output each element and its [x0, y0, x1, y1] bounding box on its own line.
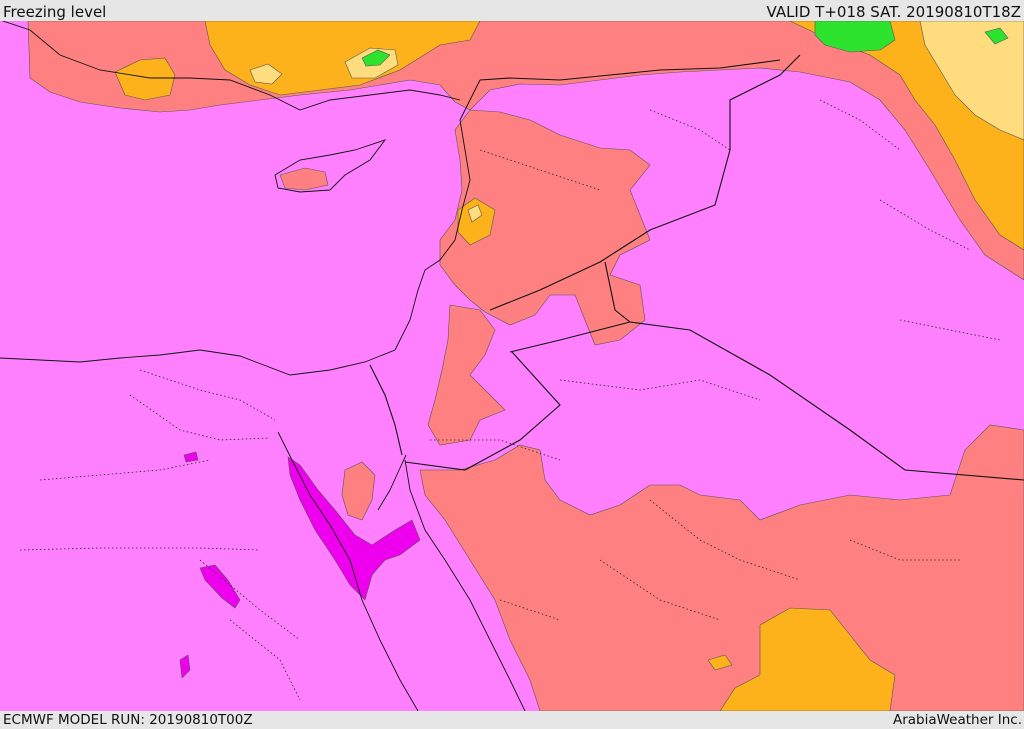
header-bar: Freezing level VALID T+018 SAT. 20190810… — [0, 0, 1024, 21]
freezing-level-map[interactable] — [0, 21, 1024, 711]
model-run-label: ECMWF MODEL RUN: 20190810T00Z — [3, 712, 253, 728]
valid-time: VALID T+018 SAT. 20190810T18Z — [766, 3, 1021, 21]
footer-bar: ECMWF MODEL RUN: 20190810T00Z ArabiaWeat… — [0, 711, 1024, 729]
credit-label: ArabiaWeather Inc. — [892, 712, 1022, 728]
map-title: Freezing level — [3, 3, 107, 21]
